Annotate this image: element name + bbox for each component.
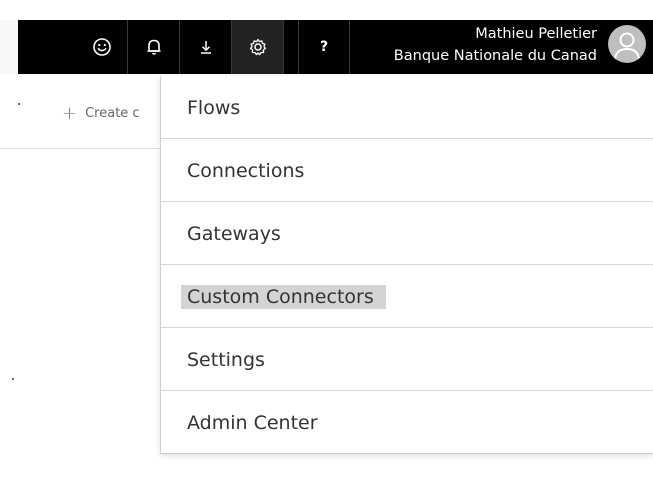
smiley-icon [92, 37, 112, 57]
menu-item-label: Settings [187, 349, 265, 371]
menu-item-flows[interactable]: Flows [161, 76, 653, 139]
menu-item-connections[interactable]: Connections [161, 139, 653, 202]
bell-icon [144, 37, 164, 57]
create-button[interactable]: + Create c [62, 103, 140, 124]
menu-item-settings[interactable]: Settings [161, 328, 653, 391]
download-icon [197, 38, 215, 56]
top-bar: ? Mathieu Pelletier Banque Nationale du … [0, 20, 653, 74]
gear-icon [248, 37, 268, 57]
menu-item-label: Custom Connectors [181, 285, 386, 309]
user-account[interactable]: Mathieu Pelletier Banque Nationale du Ca… [350, 20, 600, 74]
menu-item-label: Admin Center [187, 412, 318, 434]
menu-item-label: Flows [187, 97, 241, 119]
menu-item-admin-center[interactable]: Admin Center [161, 391, 653, 454]
user-organization: Banque Nationale du Canad [393, 48, 597, 64]
help-button[interactable]: ? [298, 20, 350, 74]
notifications-button[interactable] [128, 20, 180, 74]
create-label: Create c [85, 106, 140, 121]
menu-item-label: Gateways [187, 223, 281, 245]
user-name: Mathieu Pelletier [475, 26, 597, 42]
menu-item-custom-connectors[interactable]: Custom Connectors [161, 265, 653, 328]
avatar[interactable] [608, 25, 646, 63]
topbar-edge [0, 20, 18, 74]
menu-item-gateways[interactable]: Gateways [161, 202, 653, 265]
user-icon [608, 32, 646, 63]
decorative-dot [18, 103, 20, 105]
menu-item-label: Connections [187, 160, 305, 182]
plus-icon: + [62, 103, 78, 124]
feedback-button[interactable] [76, 20, 128, 74]
download-button[interactable] [180, 20, 232, 74]
help-label: ? [319, 39, 329, 55]
settings-button[interactable] [232, 20, 284, 74]
divider [0, 148, 165, 149]
decorative-dot [12, 378, 14, 380]
settings-dropdown-menu: Flows Connections Gateways Custom Connec… [160, 76, 653, 454]
